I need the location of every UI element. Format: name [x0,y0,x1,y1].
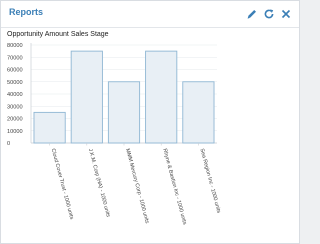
y-tick-label: 10000 [7,129,23,135]
bar-chart: 0 10000 20000 30000 40000 50000 60000 70000 8000… [7,43,222,226]
bar [145,50,178,144]
y-tick-label: 40000 [7,92,23,98]
bar [107,81,141,144]
y-tick-label: 80000 [7,43,23,49]
x-tick-label: Sea Region Inc - 1000 units [198,148,221,214]
y-tick-label: 60000 [7,68,23,74]
x-tick-label: Cloud Cover Trust - 1000 units [50,148,75,220]
bar [182,81,215,144]
x-tick-label: MMM Mercury Corp - 1000 units [124,148,150,224]
y-tick-label: 20000 [7,117,23,123]
x-tick-label: Rhyne & Bastion Inc - 1000 units [161,148,187,226]
y-tick-label: 0 [7,141,10,147]
y-tick-label: 50000 [7,80,23,86]
y-tick-label: 70000 [7,55,23,61]
x-tick-label: J.K.M. Corp (HA) - 1000 units [87,148,111,218]
y-tick-label: 30000 [7,104,23,110]
bar [70,50,103,144]
report-panel: Reports Opportunity Amount Sales Stage 0… [0,0,300,244]
bar [33,111,66,144]
